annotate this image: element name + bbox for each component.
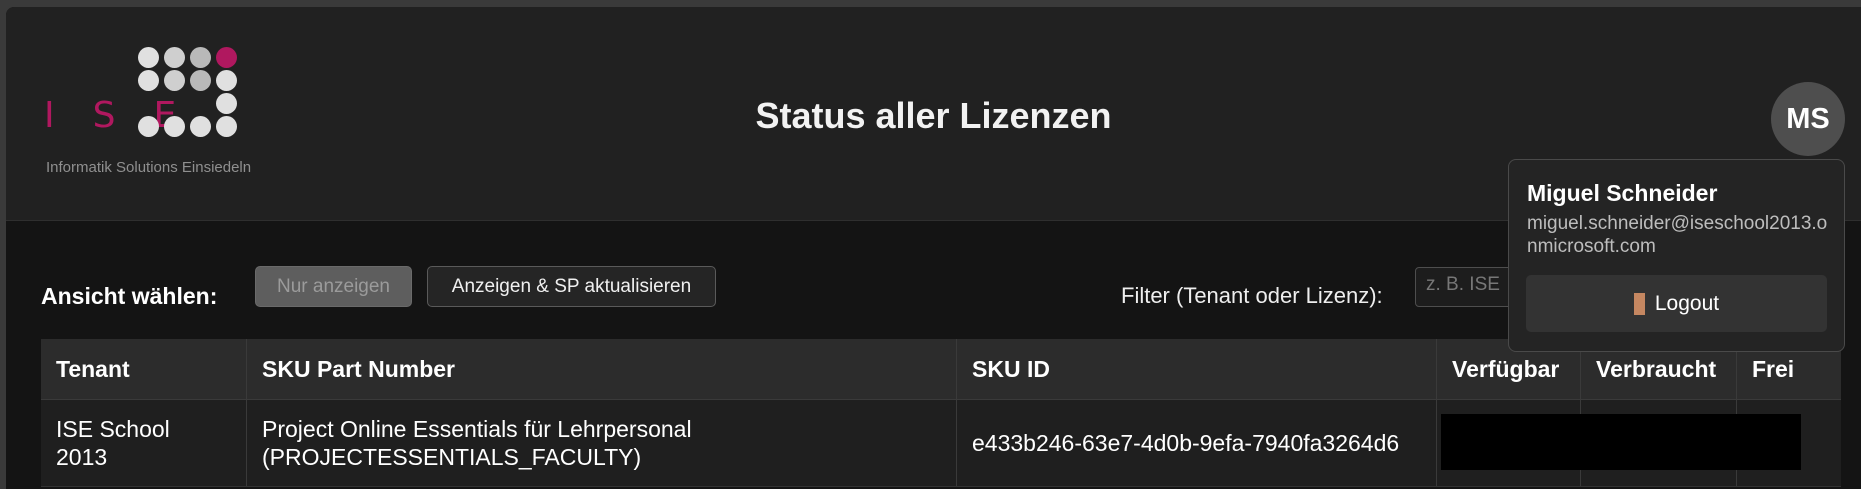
logo-dot <box>138 47 159 68</box>
cell-sku-part-number: Project Online Essentials für Lehrperson… <box>247 400 957 486</box>
redacted-block <box>1441 414 1801 470</box>
door-icon <box>1633 292 1645 315</box>
cell-tenant: ISE School 2013 <box>41 400 247 486</box>
user-menu-dropdown: Miguel Schneider miguel.schneider@isesch… <box>1508 159 1845 352</box>
view-select-label: Ansicht wählen: <box>41 283 218 309</box>
column-header-tenant[interactable]: Tenant <box>41 339 247 399</box>
user-email: miguel.schneider@iseschool2013.onmicroso… <box>1527 213 1828 257</box>
column-header-sku-part-number[interactable]: SKU Part Number <box>247 339 957 399</box>
user-avatar[interactable]: MS <box>1771 82 1845 156</box>
app-window: ISE Informatik Solutions Einsiedeln Stat… <box>6 7 1861 489</box>
logo-dot <box>216 47 237 68</box>
page-title: Status aller Lizenzen <box>755 95 1112 136</box>
view-only-button[interactable]: Nur anzeigen <box>255 266 412 307</box>
logout-label: Logout <box>1654 291 1720 315</box>
logo-dot <box>190 70 211 91</box>
logo-dot <box>164 47 185 68</box>
logo-dot <box>190 47 211 68</box>
logout-button[interactable]: Logout <box>1526 275 1827 332</box>
column-header-sku-id[interactable]: SKU ID <box>957 339 1437 399</box>
update-sharepoint-button[interactable]: Anzeigen & SP aktualisieren <box>427 266 716 307</box>
user-name: Miguel Schneider <box>1527 180 1718 206</box>
cell-sku-id: e433b246-63e7-4d0b-9efa-7940fa3264d6 <box>957 400 1437 486</box>
filter-label: Filter (Tenant oder Lizenz): <box>1121 283 1383 308</box>
logo-subtitle: Informatik Solutions Einsiedeln <box>46 159 252 176</box>
logo-dot <box>164 70 185 91</box>
logo-dot <box>138 70 159 91</box>
logo-dot <box>216 70 237 91</box>
